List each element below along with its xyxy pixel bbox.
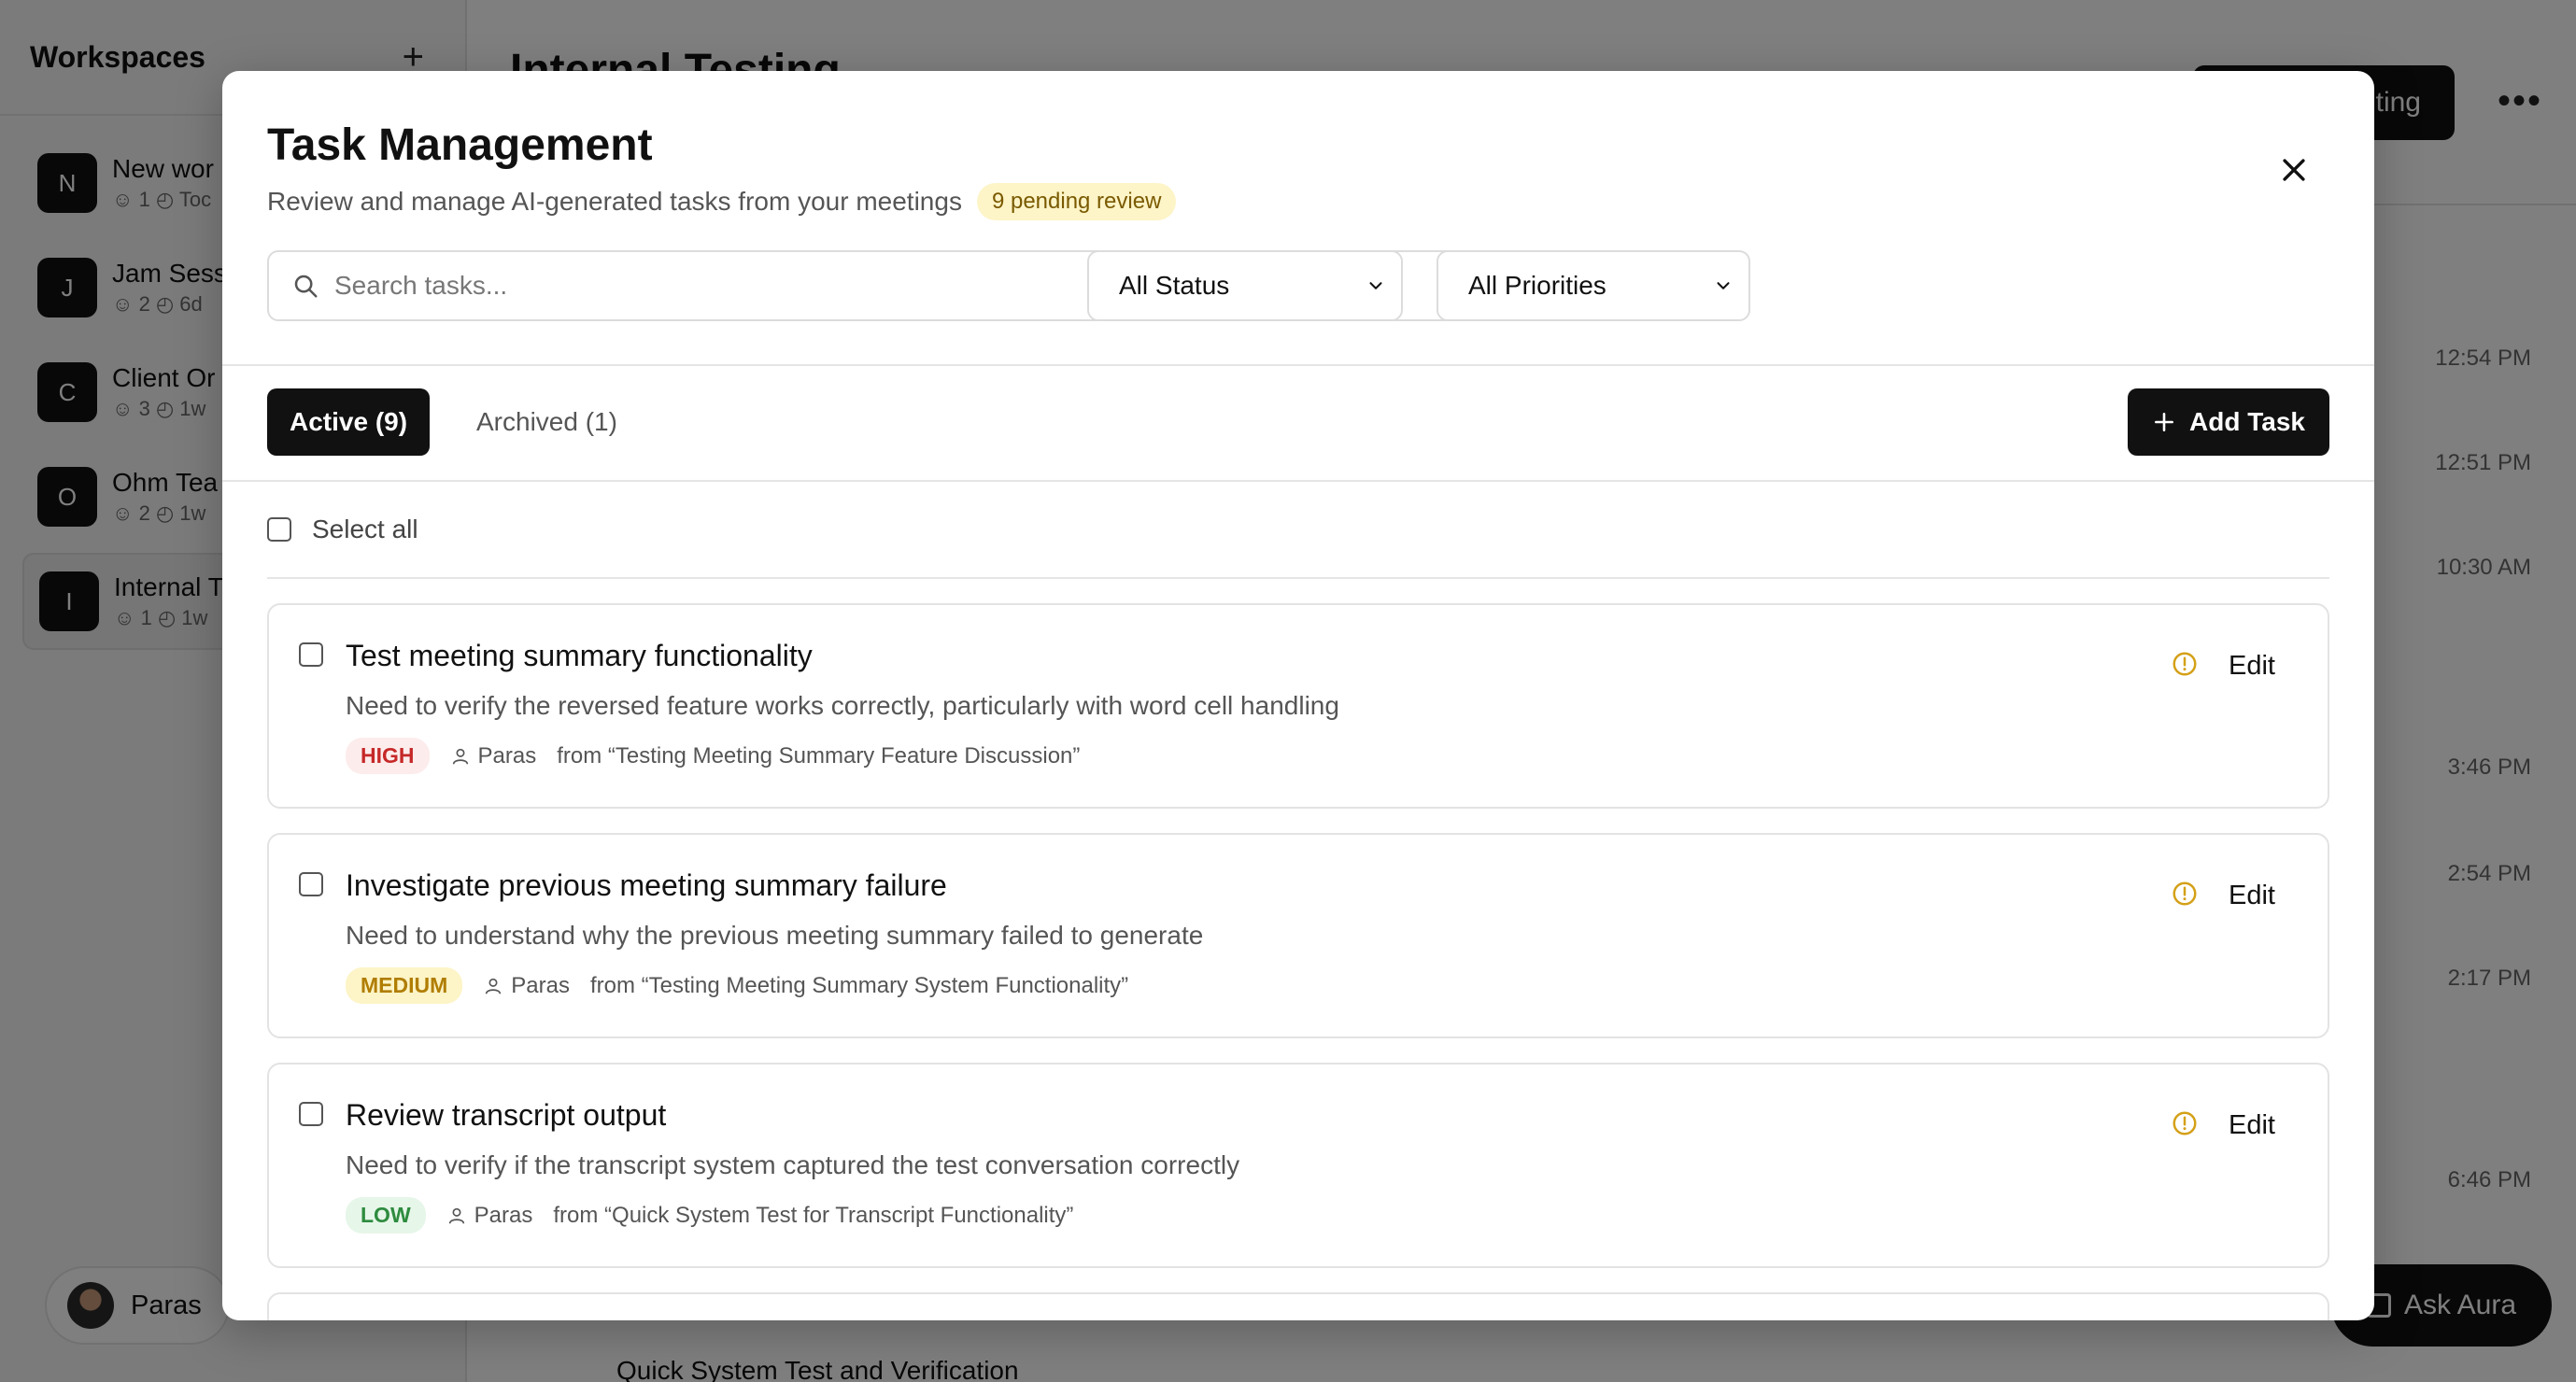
priority-filter-value: All Priorities xyxy=(1468,271,1606,300)
task-actions: Edit xyxy=(2171,880,2275,912)
assignee: Paras xyxy=(450,742,537,769)
priority-filter-select[interactable]: All Priorities xyxy=(1437,250,1750,321)
task-description: Need to verify if the transcript system … xyxy=(346,1150,1240,1179)
pending-review-icon xyxy=(2171,880,2199,912)
priority-badge: LOW xyxy=(346,1197,426,1234)
task-checkbox[interactable] xyxy=(299,872,323,896)
add-task-button[interactable]: Add Task xyxy=(2128,388,2329,456)
assignee: Paras xyxy=(483,973,570,999)
task-source: from “Quick System Test for Transcript F… xyxy=(553,1202,1074,1228)
priority-badge: MEDIUM xyxy=(346,967,463,1004)
tab-active[interactable]: Active (9) xyxy=(267,388,431,456)
task-checkbox[interactable] xyxy=(299,1102,323,1126)
task-title: Review transcript output xyxy=(346,1098,667,1132)
pending-review-badge: 9 pending review xyxy=(976,183,1177,220)
close-icon xyxy=(2283,159,2305,181)
task-card: Review transcript output Need to verify … xyxy=(267,1063,2329,1268)
assignee-name: Paras xyxy=(511,972,570,998)
assignee: Paras xyxy=(446,1202,533,1229)
edit-task-button[interactable]: Edit xyxy=(2229,1110,2275,1141)
task-source: from “Testing Meeting Summary Feature Di… xyxy=(557,742,1081,769)
select-all-label: Select all xyxy=(312,515,418,543)
chevron-down-icon xyxy=(1717,282,1730,289)
task-card xyxy=(267,1292,2329,1320)
user-icon xyxy=(448,1207,464,1224)
dialog-subtitle: Review and manage AI-generated tasks fro… xyxy=(267,187,962,216)
close-button[interactable] xyxy=(2273,149,2314,190)
task-title: Test meeting summary functionality xyxy=(346,639,813,672)
tab-archived[interactable]: Archived (1) xyxy=(461,388,632,456)
task-list: Select all Test meeting summary function… xyxy=(222,482,2374,1320)
user-icon xyxy=(486,978,502,994)
task-card: Investigate previous meeting summary fai… xyxy=(267,833,2329,1038)
pending-review-icon xyxy=(2171,650,2199,683)
task-source: from “Testing Meeting Summary System Fun… xyxy=(589,972,1129,998)
dialog-header: Task Management Review and manage AI-gen… xyxy=(222,71,2374,366)
task-checkbox[interactable] xyxy=(299,642,323,667)
plus-icon xyxy=(2155,413,2173,431)
assignee-name: Paras xyxy=(474,1202,533,1228)
add-task-label: Add Task xyxy=(2189,407,2305,436)
priority-badge: HIGH xyxy=(346,738,430,774)
task-description: Need to verify the reversed feature work… xyxy=(346,691,1339,720)
dialog-subtitle-row: Review and manage AI-generated tasks fro… xyxy=(267,183,1177,220)
chevron-down-icon xyxy=(1369,282,1382,289)
task-card: Test meeting summary functionality Need … xyxy=(267,603,2329,809)
task-actions: Edit xyxy=(2171,650,2275,683)
task-meta: LOW Paras from “Quick System Test for Tr… xyxy=(346,1197,1073,1234)
task-description: Need to understand why the previous meet… xyxy=(346,921,1204,950)
task-title: Investigate previous meeting summary fai… xyxy=(346,868,947,902)
search-icon xyxy=(294,275,318,298)
edit-task-button[interactable]: Edit xyxy=(2229,651,2275,682)
pending-review-icon xyxy=(2171,1109,2199,1142)
task-meta: MEDIUM Paras from “Testing Meeting Summa… xyxy=(346,967,1128,1004)
edit-task-button[interactable]: Edit xyxy=(2229,881,2275,911)
select-all-row: Select all xyxy=(267,482,2329,579)
status-filter-select[interactable]: All Status xyxy=(1087,250,1403,321)
status-filter-value: All Status xyxy=(1119,271,1230,300)
select-all-checkbox[interactable] xyxy=(267,517,291,542)
user-icon xyxy=(452,748,468,765)
assignee-name: Paras xyxy=(477,742,537,769)
task-management-dialog: Task Management Review and manage AI-gen… xyxy=(222,71,2374,1320)
task-actions: Edit xyxy=(2171,1109,2275,1142)
task-tabs-row: Active (9) Archived (1) Add Task xyxy=(222,366,2374,482)
task-meta: HIGH Paras from “Testing Meeting Summary… xyxy=(346,738,1080,774)
dialog-title: Task Management xyxy=(267,120,653,170)
